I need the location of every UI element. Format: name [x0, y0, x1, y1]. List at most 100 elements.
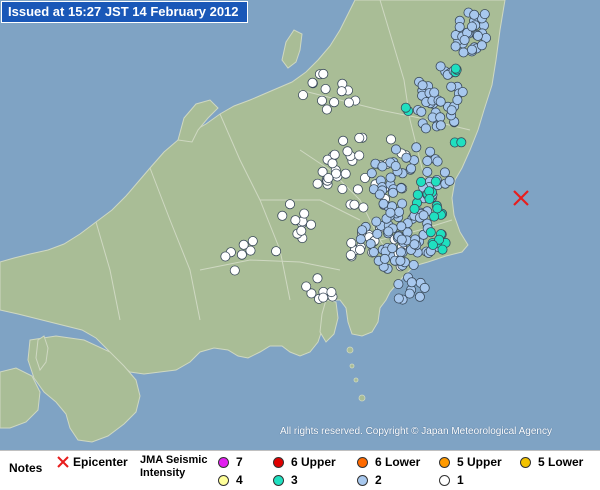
station-marker: [366, 168, 377, 179]
station-marker: [271, 246, 282, 257]
station-marker: [396, 234, 407, 245]
legend-level-5-upper: 5 Upper: [439, 455, 502, 469]
legend-level-5-upper-label: 5 Upper: [457, 455, 502, 469]
station-marker: [446, 105, 457, 116]
legend-level-6-lower-label: 6 Lower: [375, 455, 421, 469]
legend-level-1-label: 1: [457, 473, 464, 487]
station-marker: [435, 120, 446, 131]
station-marker: [450, 63, 461, 74]
station-marker: [354, 244, 365, 255]
station-marker: [336, 86, 347, 97]
station-marker: [238, 239, 249, 250]
station-marker: [354, 132, 365, 143]
station-marker: [345, 250, 356, 261]
legend-panel: Notes Epicenter JMA Seismic Intensity 7 …: [0, 450, 600, 490]
station-marker: [406, 277, 417, 288]
swatch-6-upper: [273, 456, 284, 468]
epicenter-legend-icon: [57, 456, 69, 468]
station-marker: [385, 134, 396, 145]
station-marker: [343, 97, 354, 108]
station-marker: [422, 166, 433, 177]
swatch-5-lower: [520, 456, 531, 468]
legend-level-3: 3: [273, 473, 298, 487]
station-marker: [400, 102, 411, 113]
station-marker: [329, 97, 340, 108]
station-marker: [417, 80, 428, 91]
station-marker: [427, 239, 438, 250]
notes-label: Notes: [9, 461, 43, 475]
station-marker: [393, 293, 404, 304]
station-marker: [406, 163, 417, 174]
station-marker: [377, 161, 388, 172]
seismic-intensity-map[interactable]: [0, 0, 600, 450]
station-marker: [385, 172, 396, 183]
station-marker: [418, 210, 429, 221]
station-marker: [429, 87, 440, 98]
epicenter-legend-label: Epicenter: [73, 455, 128, 469]
station-marker: [409, 203, 420, 214]
station-marker: [338, 135, 349, 146]
legend-level-7-label: 7: [236, 455, 243, 469]
station-marker: [371, 216, 382, 227]
station-marker: [357, 225, 368, 236]
station-marker: [365, 238, 376, 249]
station-marker: [466, 21, 477, 32]
station-marker: [352, 184, 363, 195]
scale-title-line1: JMA Seismic: [140, 454, 208, 466]
station-marker: [432, 203, 443, 214]
station-marker: [316, 95, 327, 106]
legend-level-2-label: 2: [375, 473, 382, 487]
station-marker: [422, 155, 433, 166]
station-marker: [416, 106, 427, 117]
station-marker: [435, 96, 446, 107]
station-marker: [390, 144, 401, 155]
station-marker: [439, 167, 450, 178]
station-marker: [450, 41, 461, 52]
station-marker: [425, 227, 436, 238]
station-marker: [420, 123, 431, 134]
station-marker: [454, 21, 465, 32]
station-marker: [301, 281, 312, 292]
station-marker: [374, 189, 385, 200]
station-marker: [368, 247, 379, 258]
legend-level-6-upper: 6 Upper: [273, 455, 336, 469]
station-marker: [387, 187, 398, 198]
station-marker: [327, 158, 338, 169]
legend-level-7: 7: [218, 455, 243, 469]
swatch-7: [218, 456, 229, 468]
station-marker: [472, 30, 483, 41]
station-marker: [397, 198, 408, 209]
station-marker: [452, 95, 463, 106]
station-marker: [469, 9, 480, 20]
station-marker: [476, 40, 487, 51]
station-marker: [372, 228, 383, 239]
legend-level-2: 2: [357, 473, 382, 487]
station-marker: [458, 47, 469, 58]
station-marker: [229, 265, 240, 276]
station-marker: [277, 210, 288, 221]
station-marker: [430, 176, 441, 187]
station-marker: [337, 183, 348, 194]
station-marker: [456, 137, 467, 148]
legend-level-4-label: 4: [236, 473, 243, 487]
legend-level-6-upper-label: 6 Upper: [291, 455, 336, 469]
legend-level-1: 1: [439, 473, 464, 487]
swatch-5-upper: [439, 456, 450, 468]
copyright-notice: All rights reserved. Copyright © Japan M…: [280, 426, 552, 437]
station-marker: [326, 287, 337, 298]
legend-level-3-label: 3: [291, 473, 298, 487]
station-marker: [284, 199, 295, 210]
station-marker: [466, 44, 477, 55]
station-marker: [479, 9, 490, 20]
issued-time-text: Issued at 15:27 JST 14 February 2012: [8, 4, 239, 19]
station-marker: [444, 175, 455, 186]
station-marker: [432, 156, 443, 167]
station-marker: [411, 142, 422, 153]
station-marker: [435, 61, 446, 72]
station-marker: [299, 208, 310, 219]
station-marker: [412, 189, 423, 200]
legend-level-4: 4: [218, 473, 243, 487]
station-marker: [340, 168, 351, 179]
legend-level-5-lower-label: 5 Lower: [538, 455, 584, 469]
station-marker: [323, 173, 334, 184]
